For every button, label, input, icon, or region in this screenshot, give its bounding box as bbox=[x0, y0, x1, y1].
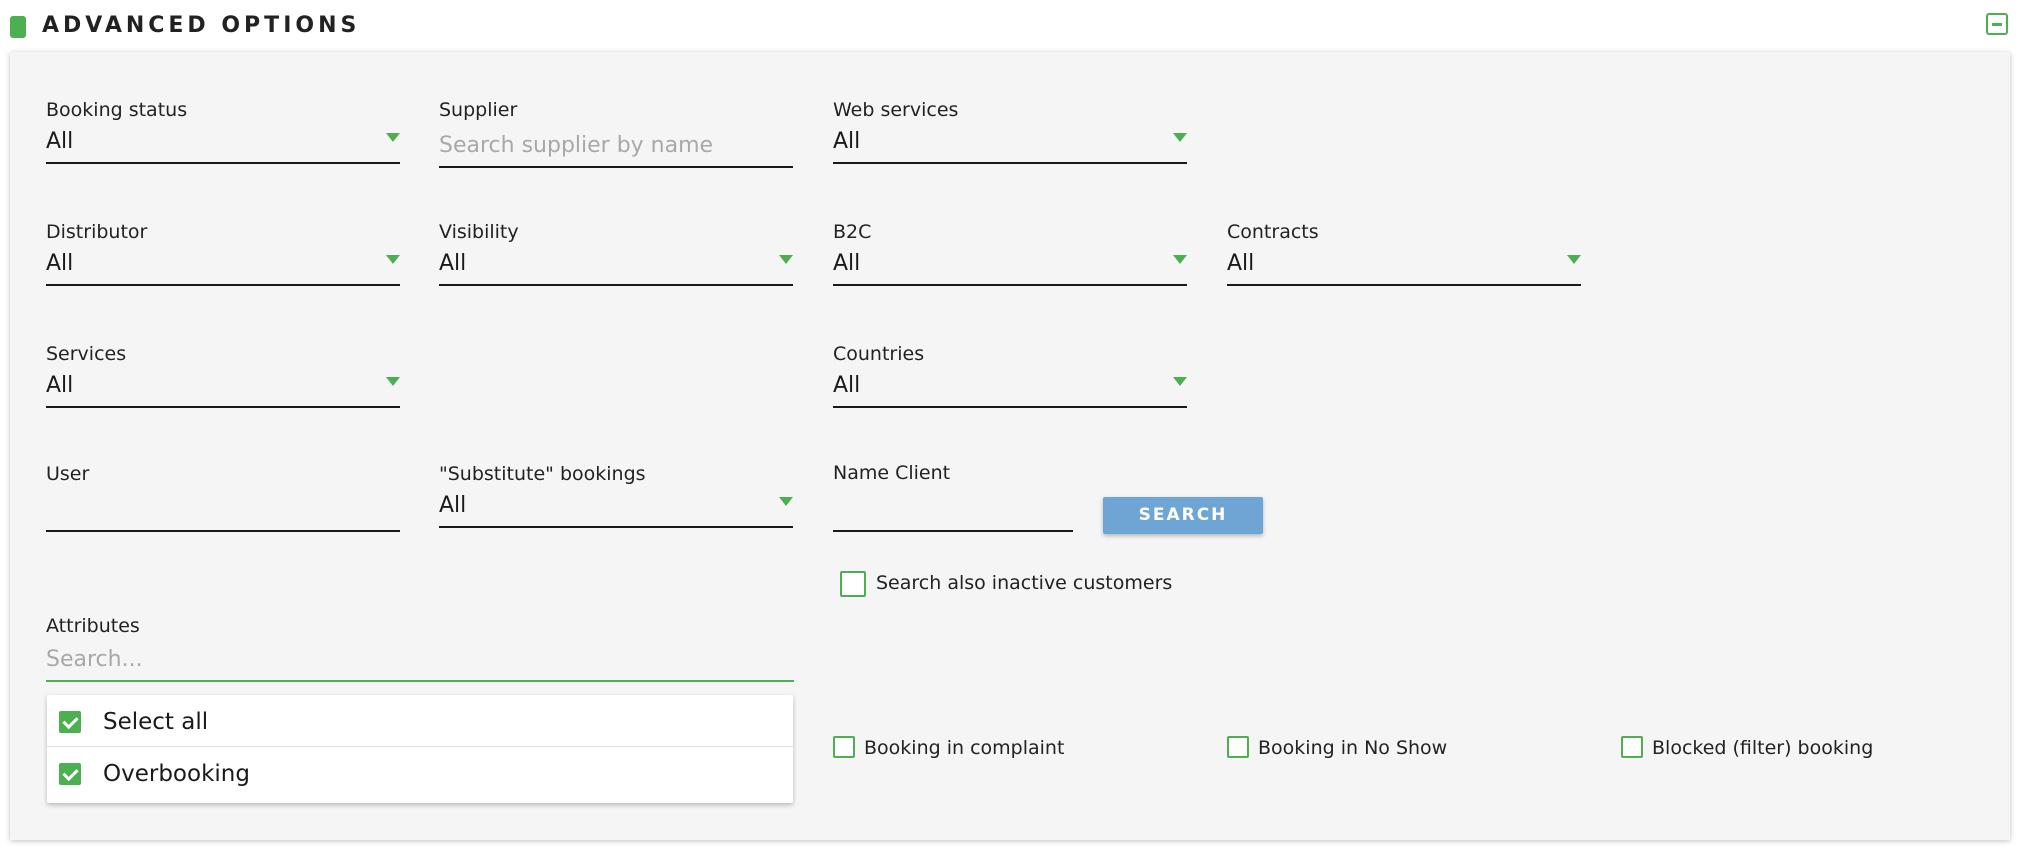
checked-checkbox-icon[interactable] bbox=[59, 763, 81, 785]
booking-in-no-show-checkbox[interactable] bbox=[1227, 736, 1249, 758]
blocked-booking-checkbox[interactable] bbox=[1621, 736, 1643, 758]
checked-checkbox-icon[interactable] bbox=[59, 711, 81, 733]
distributor-value: All bbox=[46, 251, 74, 276]
countries-label: Countries bbox=[833, 343, 925, 365]
distributor-label: Distributor bbox=[46, 221, 148, 243]
substitute-bookings-value: All bbox=[439, 493, 467, 518]
countries-select[interactable]: All bbox=[833, 368, 1187, 408]
substitute-bookings-select[interactable]: All bbox=[439, 488, 793, 528]
dropdown-arrow-icon bbox=[1173, 133, 1187, 142]
list-item-overbooking[interactable]: Overbooking bbox=[47, 747, 793, 799]
booking-in-complaint-label: Booking in complaint bbox=[864, 737, 1065, 759]
booking-status-value: All bbox=[46, 129, 74, 154]
visibility-label: Visibility bbox=[439, 221, 519, 243]
booking-in-complaint-checkbox[interactable] bbox=[833, 736, 855, 758]
attributes-dropdown-list: Select all Overbooking bbox=[47, 695, 793, 803]
services-select[interactable]: All bbox=[46, 368, 400, 408]
contracts-select[interactable]: All bbox=[1227, 246, 1581, 286]
section-title: ADVANCED OPTIONS bbox=[42, 13, 361, 38]
name-client-input[interactable] bbox=[833, 490, 1073, 532]
list-item-select-all[interactable]: Select all bbox=[47, 695, 793, 747]
list-item-label: Overbooking bbox=[103, 761, 250, 787]
b2c-value: All bbox=[833, 251, 861, 276]
web-services-label: Web services bbox=[833, 99, 959, 121]
dropdown-arrow-icon bbox=[386, 377, 400, 386]
booking-status-select[interactable]: All bbox=[46, 124, 400, 164]
dropdown-arrow-icon bbox=[386, 133, 400, 142]
collapse-minus-icon[interactable] bbox=[1986, 13, 2008, 35]
booking-status-label: Booking status bbox=[46, 99, 188, 121]
blocked-booking-label: Blocked (filter) booking bbox=[1652, 737, 1874, 759]
dropdown-arrow-icon bbox=[1173, 377, 1187, 386]
inactive-customers-label: Search also inactive customers bbox=[876, 572, 1173, 594]
web-services-select[interactable]: All bbox=[833, 124, 1187, 164]
attributes-search-input[interactable]: Search... bbox=[46, 642, 794, 682]
contracts-value: All bbox=[1227, 251, 1255, 276]
b2c-select[interactable]: All bbox=[833, 246, 1187, 286]
countries-value: All bbox=[833, 373, 861, 398]
name-client-label: Name Client bbox=[833, 462, 951, 484]
list-item-label: Select all bbox=[103, 709, 209, 735]
supplier-label: Supplier bbox=[439, 99, 518, 121]
section-marker bbox=[10, 16, 26, 38]
supplier-input[interactable]: Search supplier by name bbox=[439, 124, 793, 168]
services-label: Services bbox=[46, 343, 127, 365]
web-services-value: All bbox=[833, 129, 861, 154]
visibility-select[interactable]: All bbox=[439, 246, 793, 286]
inactive-customers-checkbox[interactable] bbox=[840, 571, 866, 597]
dropdown-arrow-icon bbox=[779, 497, 793, 506]
visibility-value: All bbox=[439, 251, 467, 276]
attributes-placeholder: Search... bbox=[46, 647, 143, 672]
contracts-label: Contracts bbox=[1227, 221, 1319, 243]
dropdown-arrow-icon bbox=[779, 255, 793, 264]
dropdown-arrow-icon bbox=[1567, 255, 1581, 264]
attributes-label: Attributes bbox=[46, 615, 140, 637]
b2c-label: B2C bbox=[833, 221, 872, 243]
dropdown-arrow-icon bbox=[1173, 255, 1187, 264]
user-label: User bbox=[46, 463, 90, 485]
search-button[interactable]: SEARCH bbox=[1103, 497, 1263, 534]
booking-in-no-show-label: Booking in No Show bbox=[1258, 737, 1448, 759]
dropdown-arrow-icon bbox=[386, 255, 400, 264]
distributor-select[interactable]: All bbox=[46, 246, 400, 286]
user-input[interactable] bbox=[46, 490, 400, 532]
supplier-placeholder: Search supplier by name bbox=[439, 133, 714, 158]
services-value: All bbox=[46, 373, 74, 398]
substitute-bookings-label: "Substitute" bookings bbox=[439, 463, 646, 485]
